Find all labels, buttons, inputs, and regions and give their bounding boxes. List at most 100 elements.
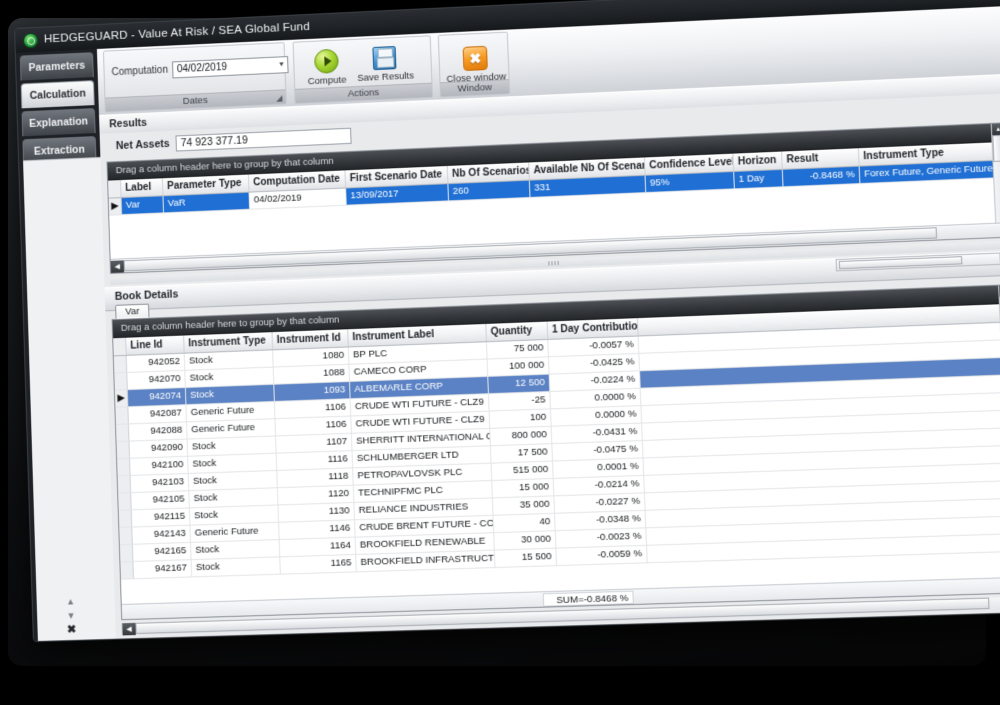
table-cell[interactable]: 0.0000 % [550,388,642,409]
table-cell[interactable]: Stock [191,540,281,560]
table-cell[interactable]: Stock [189,488,279,508]
table-cell[interactable]: -0.0431 % [551,423,643,444]
table-cell[interactable]: 100 000 [487,357,550,376]
scroll-down-icon[interactable]: ▼ [66,610,75,620]
table-cell[interactable]: 1165 [280,554,357,574]
table-cell[interactable]: 942143 [132,525,191,544]
table-cell[interactable]: 100 [489,409,552,428]
table-cell[interactable]: 40 [493,513,556,533]
table-cell[interactable]: 331 [529,175,647,197]
column-header[interactable]: 1 Day Contribution [547,318,639,339]
column-header[interactable]: Nb Of Scenarios [447,162,530,184]
table-cell[interactable]: 942087 [128,405,187,424]
table-cell[interactable]: Generic Future [187,419,277,439]
column-header[interactable]: Horizon [733,151,783,171]
table-cell[interactable]: 12 500 [488,374,551,394]
table-cell[interactable]: -0.0425 % [548,353,641,374]
table-cell[interactable]: 30 000 [494,531,557,550]
table-cell[interactable]: 1107 [276,433,353,453]
table-cell[interactable]: 1 Day [734,169,784,189]
table-cell[interactable]: Stock [185,367,275,387]
scroll-up-arrow-icon[interactable]: ▲ [991,123,1000,136]
table-cell[interactable]: 260 [448,180,531,201]
table-cell[interactable]: Generic Future [190,522,280,542]
table-cell[interactable]: 0.0001 % [553,458,645,478]
tab-var[interactable]: Var [115,303,150,319]
scroll-left-arrow-icon[interactable]: ◀ [110,259,125,273]
table-cell[interactable]: -0.0475 % [552,440,644,461]
column-header[interactable]: Line Id [126,335,185,355]
scroll-left-arrow-icon[interactable]: ◀ [122,622,136,636]
table-cell[interactable]: -0.0348 % [555,510,647,531]
save-results-button[interactable]: Save Results [356,45,414,84]
scroll-up-icon[interactable]: ▲ [66,596,75,606]
column-header[interactable]: Label [121,178,164,198]
table-cell[interactable]: 17 500 [490,444,553,463]
table-cell[interactable]: -0.0057 % [548,336,640,357]
table-cell[interactable]: -0.0023 % [555,528,648,548]
results-vertical-scrollbar[interactable]: ▲ [990,123,1000,238]
table-cell[interactable]: 95% [645,171,735,193]
table-cell[interactable]: 1093 [274,381,351,401]
dialog-launcher-icon[interactable]: ◢ [276,92,283,105]
table-cell[interactable]: -0.0227 % [554,493,646,513]
table-cell[interactable]: Stock [191,557,281,577]
sidebar-item-explanation[interactable]: Explanation [21,108,96,137]
table-cell[interactable]: 1088 [273,364,351,384]
table-cell[interactable]: 942115 [131,508,191,527]
table-cell[interactable]: 942052 [126,353,186,372]
computation-date-input[interactable]: 04/02/2019 ▼ [171,56,289,79]
table-cell[interactable]: -0.0214 % [553,475,645,496]
table-cell[interactable]: VaR [163,192,251,213]
chevron-down-icon[interactable]: ▼ [278,61,285,68]
table-cell[interactable]: 942074 [127,387,187,407]
table-cell[interactable]: Stock [189,505,280,525]
table-cell[interactable]: Stock [184,350,274,370]
column-header[interactable]: Instrument Type [184,332,274,353]
table-cell[interactable]: 1146 [279,520,356,540]
table-cell[interactable]: Stock [188,470,278,491]
table-cell[interactable]: 1164 [279,537,357,557]
table-cell[interactable]: 942103 [130,473,190,493]
table-cell[interactable]: 15 000 [492,478,555,498]
table-cell[interactable]: -0.0059 % [556,545,648,566]
sidebar-item-parameters[interactable]: Parameters [19,52,94,81]
table-cell[interactable]: 04/02/2019 [249,188,347,209]
table-cell[interactable]: 942088 [128,422,188,441]
net-assets-value[interactable]: 74 923 377.19 [175,127,352,152]
panel-close-icon[interactable]: ✖ [67,624,77,636]
table-cell[interactable]: 942090 [129,439,189,458]
table-cell[interactable]: 75 000 [486,339,549,359]
table-cell[interactable]: 1080 [273,347,350,367]
table-cell[interactable]: -25 [488,391,551,411]
table-cell[interactable]: 942070 [127,370,186,390]
table-cell[interactable]: 1106 [274,399,352,419]
table-cell[interactable]: 800 000 [490,426,553,446]
table-cell[interactable]: 15 500 [494,548,558,568]
table-cell[interactable]: 35 000 [492,496,556,515]
compute-button[interactable]: Compute [299,48,355,88]
table-cell[interactable]: 1118 [277,468,354,488]
table-cell[interactable]: 942165 [132,542,192,561]
table-cell[interactable]: 0.0000 % [550,406,643,426]
table-cell[interactable]: 1120 [277,485,355,505]
table-cell[interactable]: 1130 [278,502,355,522]
table-cell[interactable]: Generic Future [186,401,276,422]
table-cell[interactable]: 942105 [131,491,190,510]
column-header[interactable]: Instrument Id [272,329,349,350]
table-cell[interactable]: 13/09/2017 [346,184,450,205]
column-header[interactable]: Result [782,148,860,169]
scroll-thumb[interactable] [992,134,1000,162]
table-cell[interactable]: 1106 [275,416,352,436]
table-cell[interactable]: -0.8468 % [782,166,861,187]
column-header[interactable]: Quantity [486,321,549,342]
table-cell[interactable]: Stock [188,453,278,473]
table-cell[interactable]: Stock [187,436,277,456]
table-cell[interactable]: 942100 [130,456,189,475]
table-cell[interactable]: 515 000 [491,461,554,480]
table-cell[interactable]: Stock [185,384,275,405]
table-cell[interactable]: -0.0224 % [549,371,641,391]
table-cell[interactable]: 942167 [133,560,193,579]
table-cell[interactable]: 1116 [276,451,354,470]
table-cell[interactable]: BROOKFIELD INFRASTRUCTURE [356,550,496,572]
